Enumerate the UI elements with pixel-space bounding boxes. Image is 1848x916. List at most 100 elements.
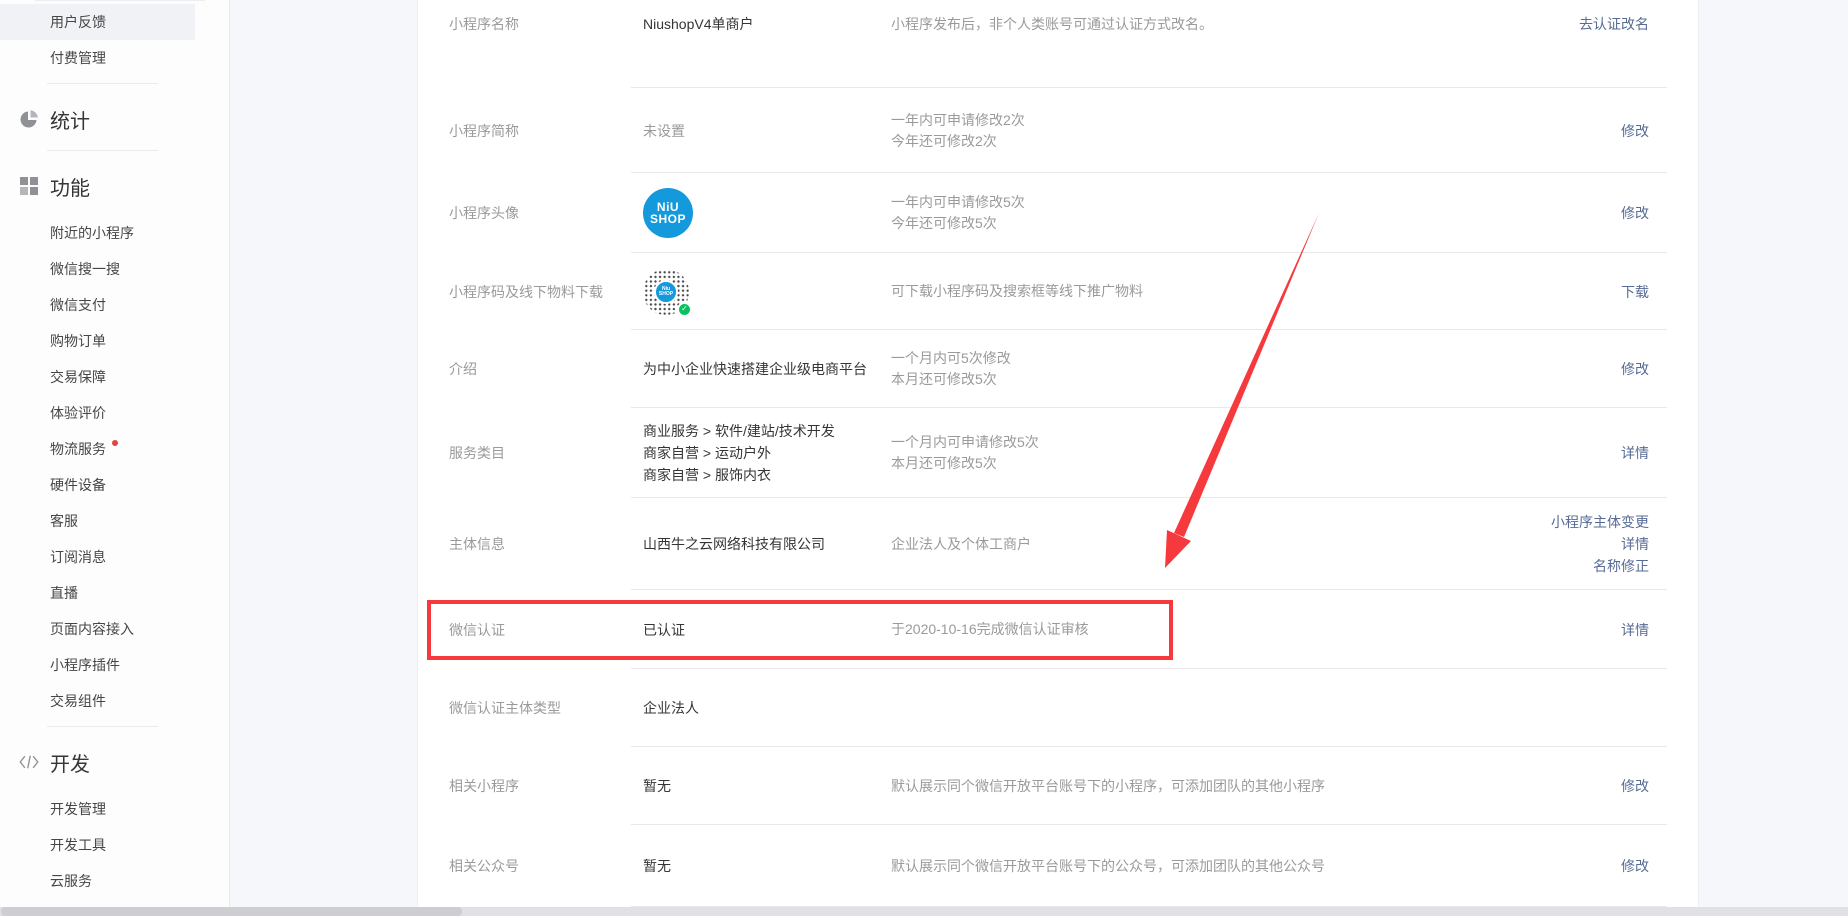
action-link[interactable]: 详情 (1621, 533, 1649, 555)
row-actions: 修改 (1429, 330, 1649, 408)
action-link[interactable]: 小程序主体变更 (1551, 511, 1649, 533)
row-actions: 下载 (1429, 253, 1649, 330)
row-label: 小程序头像 (449, 173, 637, 253)
row-label: 主体信息 (449, 498, 637, 590)
sidebar-item[interactable]: 页面内容接入 (0, 611, 229, 647)
sidebar-divider (47, 150, 158, 151)
action-link[interactable]: 修改 (1621, 855, 1649, 877)
sidebar-item[interactable]: 微信搜一搜 (0, 251, 229, 287)
sidebar-item[interactable]: 交易保障 (0, 359, 229, 395)
sidebar-item[interactable]: 微信支付 (0, 287, 229, 323)
miniprogram-qrcode: NiuSHOP✓ (643, 269, 689, 315)
action-link[interactable]: 详情 (1621, 442, 1649, 464)
avatar-text: SHOP (650, 213, 686, 225)
sidebar-item-label: 开发管理 (50, 799, 106, 819)
settings-row: 小程序简称未设置一年内可申请修改2次今年还可修改2次修改 (418, 88, 1698, 173)
grid-icon (19, 176, 39, 196)
row-value: 山西牛之云网络科技有限公司 (643, 498, 889, 590)
sidebar-item[interactable]: 附近的小程序 (0, 215, 229, 251)
row-label: 相关小程序 (449, 747, 637, 825)
settings-row: 相关小程序暂无默认展示同个微信开放平台账号下的小程序，可添加团队的其他小程序修改 (418, 747, 1698, 825)
row-label: 微信认证 (449, 590, 637, 669)
row-label: 服务类目 (449, 408, 637, 498)
sidebar-item[interactable]: 物流服务 (0, 431, 229, 467)
sidebar-item[interactable]: 订阅消息 (0, 539, 229, 575)
sidebar-item-label: 硬件设备 (50, 475, 106, 495)
row-label: 小程序码及线下物料下载 (449, 253, 637, 330)
sidebar-item-label: 开发工具 (50, 835, 106, 855)
sidebar-item[interactable]: 硬件设备 (0, 467, 229, 503)
sidebar-item-label: 体验评价 (50, 403, 106, 423)
sidebar-item-label: 云服务 (50, 871, 92, 891)
settings-card: 小程序名称NiushopV4单商户小程序发布后，非个人类账号可通过认证方式改名。… (417, 0, 1699, 916)
row-value: 已认证 (643, 590, 889, 669)
row-value: NiUSHOP (643, 173, 889, 253)
row-actions: 小程序主体变更详情名称修正 (1429, 498, 1649, 590)
sidebar-item-label: 物流服务 (50, 439, 106, 459)
action-link[interactable]: 下载 (1621, 281, 1649, 303)
action-link[interactable]: 修改 (1621, 775, 1649, 797)
app-root: 用户反馈付费管理统计功能附近的小程序微信搜一搜微信支付购物订单交易保障体验评价物… (0, 0, 1848, 916)
sidebar-item[interactable]: 体验评价 (0, 395, 229, 431)
row-actions: 修改 (1429, 825, 1649, 907)
row-actions: 修改 (1429, 173, 1649, 253)
settings-row: 小程序名称NiushopV4单商户小程序发布后，非个人类账号可通过认证方式改名。… (418, 0, 1698, 88)
settings-row: 小程序头像NiUSHOP一年内可申请修改5次今年还可修改5次修改 (418, 173, 1698, 253)
sidebar-item[interactable]: 开发工具 (0, 827, 229, 863)
row-value-line: 商家自营 > 运动户外 (643, 442, 889, 464)
sidebar-item[interactable]: 交易组件 (0, 683, 229, 719)
settings-row: 微信认证主体类型企业法人 (418, 669, 1698, 747)
settings-row: 相关公众号暂无默认展示同个微信开放平台账号下的公众号，可添加团队的其他公众号修改 (418, 825, 1698, 907)
sidebar-section[interactable]: 统计 (0, 95, 229, 143)
settings-row: 服务类目商业服务 > 软件/建站/技术开发商家自营 > 运动户外商家自营 > 服… (418, 408, 1698, 498)
row-label: 小程序名称 (449, 0, 637, 88)
sidebar-item[interactable]: 小程序插件 (0, 647, 229, 683)
row-label: 相关公众号 (449, 825, 637, 907)
sidebar-item[interactable]: 付费管理 (0, 40, 229, 76)
sidebar: 用户反馈付费管理统计功能附近的小程序微信搜一搜微信支付购物订单交易保障体验评价物… (0, 0, 230, 916)
action-link[interactable]: 修改 (1621, 120, 1649, 142)
sidebar-item[interactable]: 云服务 (0, 863, 229, 899)
row-value: 暂无 (643, 825, 889, 907)
action-link[interactable]: 名称修正 (1593, 555, 1649, 577)
sidebar-item-label: 附近的小程序 (50, 223, 134, 243)
sidebar-item-label: 页面内容接入 (50, 619, 134, 639)
code-icon (19, 752, 39, 772)
sidebar-item[interactable]: 用户反馈 (0, 4, 195, 40)
sidebar-item[interactable]: 开发管理 (0, 791, 229, 827)
red-dot-badge (112, 440, 118, 446)
sidebar-item-label: 交易保障 (50, 367, 106, 387)
action-link[interactable]: 修改 (1621, 202, 1649, 224)
sidebar-item-label: 直播 (50, 583, 78, 603)
sidebar-divider (47, 726, 158, 727)
action-link[interactable]: 修改 (1621, 358, 1649, 380)
settings-row: 主体信息山西牛之云网络科技有限公司企业法人及个体工商户小程序主体变更详情名称修正 (418, 498, 1698, 590)
sidebar-item-label: 客服 (50, 511, 78, 531)
scrollbar-thumb[interactable] (1, 907, 462, 916)
sidebar-item-label: 付费管理 (50, 48, 106, 68)
sidebar-section-label: 开发 (50, 748, 90, 777)
sidebar-section[interactable]: 功能 (0, 162, 229, 210)
row-value: 未设置 (643, 88, 889, 173)
sidebar-item[interactable]: 客服 (0, 503, 229, 539)
row-actions: 修改 (1429, 88, 1649, 173)
row-actions: 详情 (1429, 408, 1649, 498)
sidebar-divider (47, 83, 158, 84)
sidebar-top-divider (35, 0, 205, 1)
action-link[interactable]: 去认证改名 (1579, 13, 1649, 35)
sidebar-section[interactable]: 开发 (0, 738, 229, 786)
sidebar-item[interactable]: 购物订单 (0, 323, 229, 359)
sidebar-item[interactable]: 直播 (0, 575, 229, 611)
horizontal-scrollbar[interactable] (0, 907, 1848, 916)
sidebar-item-label: 用户反馈 (50, 12, 106, 32)
row-actions: 详情 (1429, 590, 1649, 669)
row-label: 介绍 (449, 330, 637, 408)
row-value: 暂无 (643, 747, 889, 825)
action-link[interactable]: 详情 (1621, 619, 1649, 641)
row-label: 小程序简称 (449, 88, 637, 173)
sidebar-item-label: 微信搜一搜 (50, 259, 120, 279)
sidebar-item-label: 购物订单 (50, 331, 106, 351)
settings-row: 介绍为中小企业快速搭建企业级电商平台一个月内可5次修改本月还可修改5次修改 (418, 330, 1698, 408)
row-actions: 修改 (1429, 747, 1649, 825)
row-actions: 去认证改名 (1429, 0, 1649, 88)
